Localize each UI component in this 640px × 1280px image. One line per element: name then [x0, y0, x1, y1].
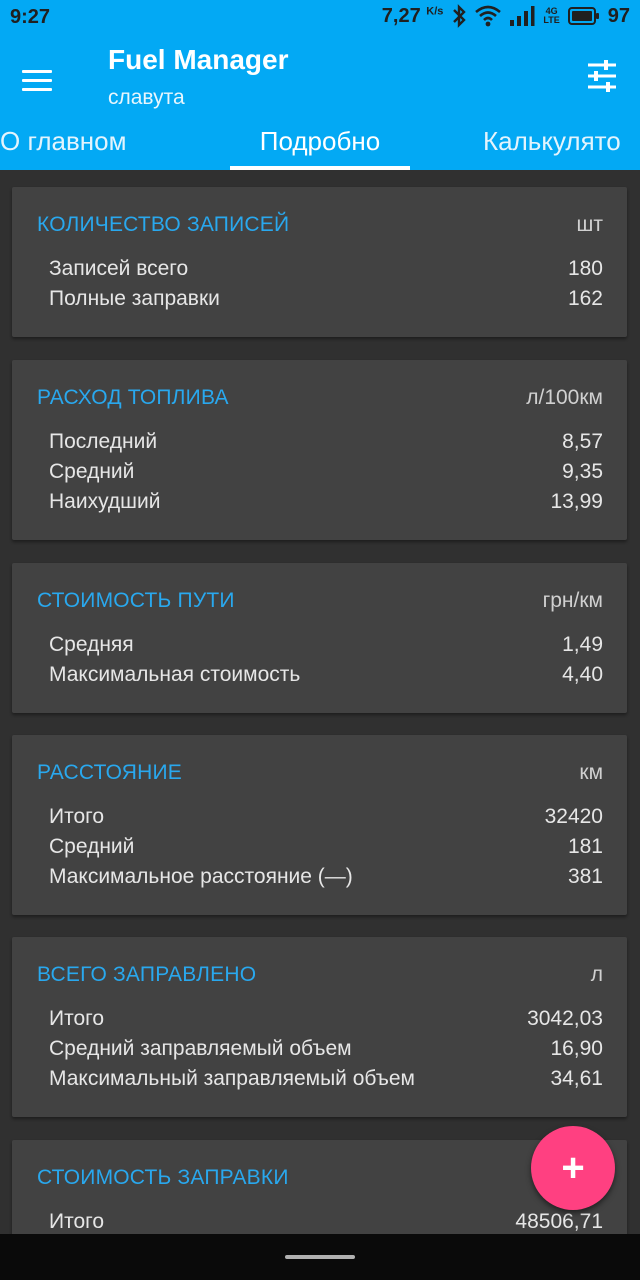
stat-label: Итого	[49, 1210, 105, 1233]
signal-icon	[510, 6, 535, 26]
details-list[interactable]: КОЛИЧЕСТВО ЗАПИСЕЙ шт Записей всего 180 …	[0, 170, 640, 1234]
stat-value: 32420	[544, 805, 603, 828]
stat-value: 180	[567, 257, 603, 280]
hamburger-line	[22, 69, 52, 73]
stat-label: Последний	[49, 430, 158, 453]
card-unit: км	[579, 761, 603, 784]
plus-icon: +	[561, 1146, 585, 1190]
hamburger-line	[22, 78, 52, 82]
stat-row: Средний заправляемый объем 16,90	[49, 1037, 603, 1067]
stat-row: Записей всего 180	[49, 257, 603, 287]
stat-row: Итого 48506,71	[49, 1210, 603, 1234]
card-unit: грн/км	[542, 589, 603, 612]
stat-value: 4,40	[562, 663, 603, 686]
stat-label: Записей всего	[49, 257, 189, 280]
hamburger-line	[22, 87, 52, 91]
tab-bar: О главном Подробно Калькулято	[0, 126, 640, 170]
status-icons: 7,27 K/s 4G LTE 97	[382, 4, 630, 28]
menu-button[interactable]	[22, 60, 62, 100]
tune-icon[interactable]	[582, 56, 622, 96]
lte-icon: 4G LTE	[543, 6, 560, 25]
stat-row: Средняя 1,49	[49, 633, 603, 663]
system-nav-bar	[0, 1234, 640, 1280]
card-total-fueled: ВСЕГО ЗАПРАВЛЕНО л Итого 3042,03 Средний…	[12, 937, 627, 1117]
bluetooth-icon	[453, 4, 467, 28]
stat-value: 1,49	[562, 633, 603, 656]
stat-value: 3042,03	[527, 1007, 603, 1030]
stat-value: 34,61	[550, 1067, 603, 1090]
stat-value: 9,35	[562, 460, 603, 483]
stat-value: 381	[567, 865, 603, 888]
tab-details[interactable]: Подробно	[230, 126, 410, 170]
stat-row: Итого 32420	[49, 805, 603, 835]
stat-label: Средний	[49, 835, 135, 858]
app-title: Fuel Manager	[108, 44, 289, 75]
network-speed: 7,27 K/s	[382, 5, 444, 28]
stat-label: Максимальный заправляемый объем	[49, 1067, 415, 1090]
stat-value: 13,99	[550, 490, 603, 513]
stat-row: Наихудший 13,99	[49, 490, 603, 520]
stat-row: Максимальное расстояние (—) 381	[49, 865, 603, 895]
app-bar: Fuel Manager славута О главном Подробно …	[0, 36, 640, 170]
stat-row: Максимальная стоимость 4,40	[49, 663, 603, 693]
stat-label: Средний заправляемый объем	[49, 1037, 352, 1060]
card-trip-cost: СТОИМОСТЬ ПУТИ грн/км Средняя 1,49 Макси…	[12, 563, 627, 713]
stat-row: Средний 181	[49, 835, 603, 865]
status-bar: 9:27 7,27 K/s 4G LTE 97	[0, 0, 640, 36]
stat-label: Средний	[49, 460, 135, 483]
stat-label: Средняя	[49, 633, 134, 656]
stat-label: Максимальная стоимость	[49, 663, 301, 686]
tab-calculator[interactable]: Калькулято	[483, 126, 621, 170]
stat-row: Средний 9,35	[49, 460, 603, 490]
stat-row: Итого 3042,03	[49, 1007, 603, 1037]
battery-icon	[567, 7, 599, 25]
stat-value: 181	[567, 835, 603, 858]
card-title: КОЛИЧЕСТВО ЗАПИСЕЙ	[37, 213, 290, 236]
card-fuel-consumption: РАСХОД ТОПЛИВА л/100км Последний 8,57 Ср…	[12, 360, 627, 540]
add-record-button[interactable]: +	[531, 1126, 615, 1210]
card-title: СТОИМОСТЬ ПУТИ	[37, 589, 235, 612]
card-title: РАССТОЯНИЕ	[37, 761, 182, 784]
network-speed-unit: K/s	[426, 4, 444, 17]
card-unit: л/100км	[526, 386, 603, 409]
stat-row: Последний 8,57	[49, 430, 603, 460]
card-title: РАСХОД ТОПЛИВА	[37, 386, 229, 409]
network-speed-value: 7,27	[381, 4, 421, 27]
wifi-icon	[475, 5, 502, 27]
card-unit: л	[590, 963, 603, 986]
stat-value: 16,90	[550, 1037, 603, 1060]
home-gesture-handle[interactable]	[285, 1255, 355, 1259]
stat-label: Максимальное расстояние (—)	[49, 865, 353, 888]
card-distance: РАССТОЯНИЕ км Итого 32420 Средний 181 Ма…	[12, 735, 627, 915]
card-unit: шт	[576, 213, 603, 236]
stat-label: Итого	[49, 1007, 105, 1030]
stat-row: Максимальный заправляемый объем 34,61	[49, 1067, 603, 1097]
card-title: СТОИМОСТЬ ЗАПРАВКИ	[37, 1166, 289, 1189]
stat-label: Итого	[49, 805, 105, 828]
battery-percent: 97	[607, 4, 630, 27]
app-subtitle: славута	[108, 86, 185, 109]
stat-value: 48506,71	[515, 1210, 603, 1233]
card-records-count: КОЛИЧЕСТВО ЗАПИСЕЙ шт Записей всего 180 …	[12, 187, 627, 337]
card-title: ВСЕГО ЗАПРАВЛЕНО	[37, 963, 257, 986]
stat-value: 8,57	[562, 430, 603, 453]
stat-row: Полные заправки 162	[49, 287, 603, 317]
tab-overview[interactable]: О главном	[0, 126, 127, 170]
stat-value: 162	[567, 287, 603, 310]
stat-label: Наихудший	[49, 490, 161, 513]
status-time: 9:27	[10, 6, 51, 28]
stat-label: Полные заправки	[49, 287, 220, 310]
